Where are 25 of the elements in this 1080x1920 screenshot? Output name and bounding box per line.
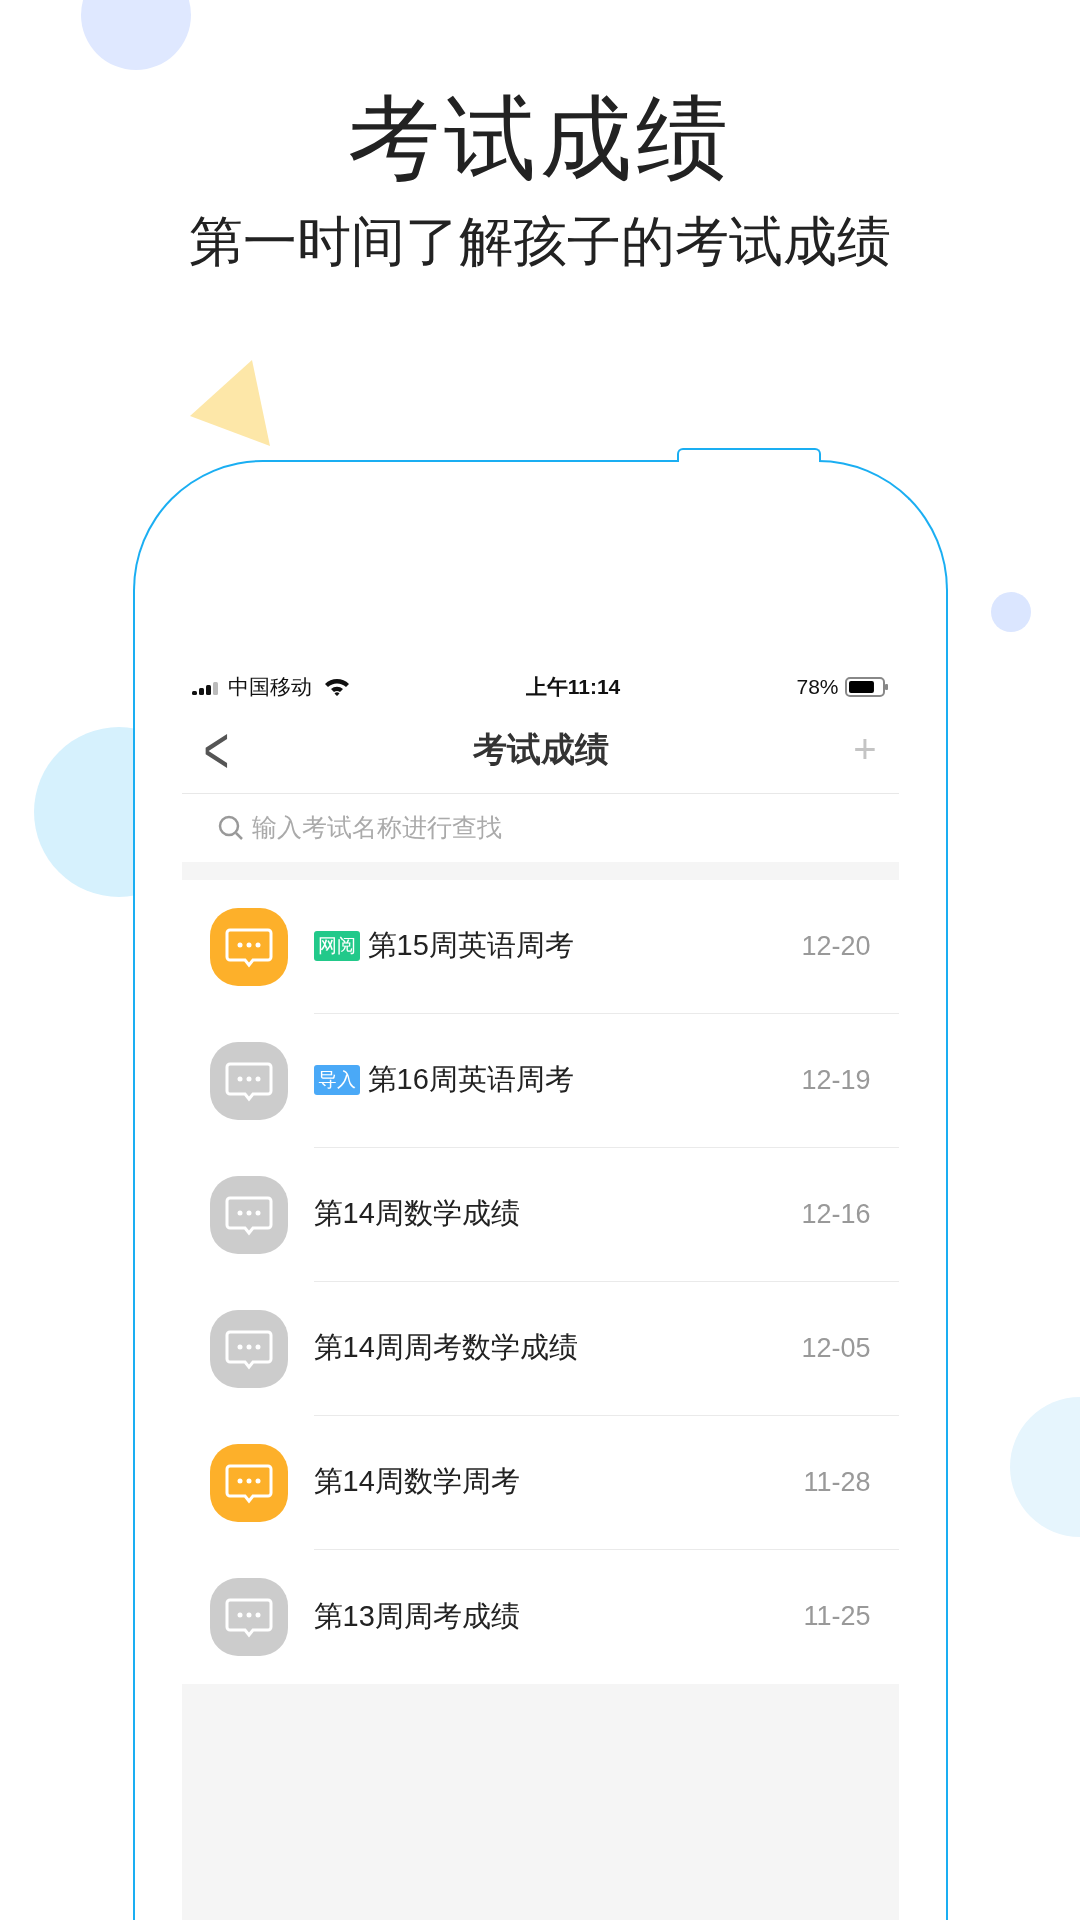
tag-label: 网阅: [313, 931, 360, 962]
exam-date: 11-28: [803, 1467, 871, 1498]
tag-label: 导入: [313, 1065, 360, 1096]
exam-date: 12-16: [801, 1199, 871, 1230]
exam-title[interactable]: 第15周英语周考: [367, 926, 802, 967]
subtitle: 第一时间了解孩子的考试成绩: [189, 210, 891, 274]
decor-dot: [991, 592, 1031, 632]
exam-title[interactable]: 第14周数学周考: [313, 1462, 804, 1503]
exam-title[interactable]: 第14周周考数学成绩: [313, 1328, 802, 1369]
clock-text: 上午11:14: [525, 675, 621, 698]
exam-date: 12-20: [801, 931, 871, 962]
exam-date: 11-25: [803, 1601, 871, 1633]
carrier-text: 中国移动: [227, 674, 312, 700]
back-button[interactable]: <: [203, 712, 230, 788]
exam-date: 12-05: [801, 1333, 871, 1364]
battery-icon: [844, 677, 889, 697]
wifi-icon: [323, 678, 350, 696]
exam-date: 12-19: [801, 1065, 871, 1096]
battery-text: 78%: [796, 675, 839, 699]
page-title: 考试成绩: [473, 729, 610, 770]
search-icon: [217, 815, 244, 841]
headline: 考试成绩: [348, 88, 732, 190]
exam-title[interactable]: 第14周数学成绩: [313, 1194, 802, 1235]
exam-title[interactable]: 第16周英语周考: [367, 1060, 802, 1101]
exam-title[interactable]: 第13周周考成绩: [313, 1597, 804, 1637]
